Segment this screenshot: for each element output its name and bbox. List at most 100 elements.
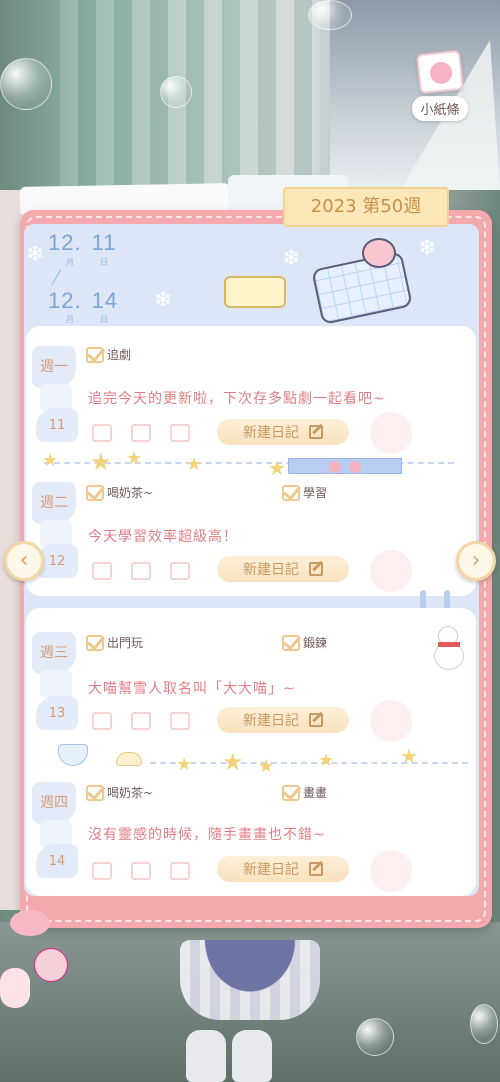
bubble-decoration (308, 0, 352, 30)
day-number: 14 (36, 844, 78, 878)
empty-sticker-slot[interactable] (92, 862, 112, 880)
checkbox-checked-icon (86, 634, 104, 651)
habit-check-item[interactable]: 畫畫 (282, 784, 327, 801)
star-icon: ★ (268, 456, 286, 480)
empty-sticker-slot[interactable] (92, 562, 112, 580)
hanging-ornament-decoration (0, 890, 70, 1020)
new-diary-button-label: 新建日記 (243, 425, 299, 441)
empty-sticker-slot[interactable] (131, 562, 151, 580)
habit-label: 喝奶茶~ (107, 486, 154, 500)
star-icon: ★ (42, 450, 59, 471)
habit-label: 學習 (303, 486, 328, 500)
habit-label: 追劇 (107, 348, 132, 362)
checkbox-checked-icon (282, 784, 300, 801)
edit-icon (309, 562, 323, 576)
snowflake-icon: ❄ (282, 246, 301, 271)
habit-check-item[interactable]: 學習 (282, 484, 327, 501)
checkbox-checked-icon (86, 484, 104, 501)
mood-stamp-slot[interactable] (370, 700, 412, 742)
mood-stamp-slot[interactable] (370, 412, 412, 454)
weekday-label: 週三 (32, 632, 76, 674)
habit-check-item[interactable]: 喝奶茶~ (86, 784, 153, 801)
mood-stamp-slot[interactable] (370, 850, 412, 892)
weekday-label: 週四 (32, 782, 76, 824)
empty-sticker-slot[interactable] (170, 562, 190, 580)
star-icon: ★ (258, 756, 275, 777)
background-curtain (60, 0, 320, 200)
star-icon: ★ (126, 448, 143, 469)
new-diary-button-label: 新建日記 (243, 862, 299, 878)
bubble-decoration (470, 1004, 498, 1044)
new-diary-button[interactable]: 新建日記 (217, 419, 349, 445)
date-start-day: 11 (91, 230, 117, 255)
character-skirt (180, 940, 320, 1020)
snowflake-icon: ❄ (26, 242, 45, 267)
habit-check-item[interactable]: 喝奶茶~ (86, 484, 153, 501)
day-number: 13 (36, 696, 78, 730)
week-tab: 2023 第50週 (283, 187, 449, 227)
new-diary-button-label: 新建日記 (243, 562, 299, 578)
habit-label: 出門玩 (107, 636, 144, 650)
date-end-month-unit: 月 (66, 315, 74, 324)
next-week-button[interactable]: › (456, 541, 496, 581)
date-start-month: 12. (48, 230, 82, 255)
empty-sticker-slot[interactable] (170, 424, 190, 442)
star-divider-line (150, 762, 468, 764)
habit-check-item[interactable]: 鍛鍊 (282, 634, 327, 651)
checkbox-checked-icon (86, 346, 104, 363)
washi-tape-sticker (288, 458, 402, 474)
date-end-month: 12. (48, 288, 82, 313)
empty-sticker-slot[interactable] (131, 862, 151, 880)
edit-icon (309, 862, 323, 876)
star-icon: ★ (222, 748, 244, 776)
date-start-month-unit: 月 (66, 258, 74, 267)
empty-sticker-slot[interactable] (92, 712, 112, 730)
habit-label: 畫畫 (303, 786, 328, 800)
empty-sticker-slot[interactable] (170, 862, 190, 880)
date-end: 12. 14 (48, 288, 118, 314)
habit-label: 鍛鍊 (303, 636, 328, 650)
day-number: 11 (36, 408, 78, 442)
habit-check-item[interactable]: 出門玩 (86, 634, 143, 651)
date-end-day-unit: 日 (100, 315, 108, 324)
new-diary-button[interactable]: 新建日記 (217, 556, 349, 582)
empty-sticker-slot[interactable] (131, 424, 151, 442)
sleeping-girl-sticker (311, 232, 413, 325)
checkbox-checked-icon (282, 634, 300, 651)
bubble-decoration (0, 58, 52, 110)
star-icon: ★ (90, 448, 112, 476)
checkbox-checked-icon (86, 784, 104, 801)
note-widget[interactable]: 小紙條 (404, 49, 476, 124)
star-icon: ★ (400, 744, 418, 768)
diary-entry-text: 今天學習效率超級高！ (88, 529, 238, 545)
mood-stamp-slot[interactable] (370, 550, 412, 592)
bubble-decoration (356, 1018, 394, 1056)
weekday-label: 週一 (32, 346, 76, 388)
habit-label: 喝奶茶~ (107, 786, 154, 800)
new-diary-button-label: 新建日記 (243, 713, 299, 729)
edit-icon (309, 425, 323, 439)
edit-icon (309, 713, 323, 727)
snowflake-icon: ❄ (418, 236, 437, 261)
empty-sticker-slot[interactable] (170, 712, 190, 730)
dumpling-sticker (116, 752, 142, 766)
snowman-sticker (424, 622, 474, 672)
weekday-label: 週二 (32, 482, 76, 524)
note-paper-icon (416, 49, 464, 95)
star-icon: ★ (186, 454, 203, 475)
note-widget-label: 小紙條 (412, 96, 468, 121)
star-icon: ★ (176, 754, 193, 775)
bubble-decoration (160, 76, 192, 108)
empty-sticker-slot[interactable] (131, 712, 151, 730)
new-diary-button[interactable]: 新建日記 (217, 856, 349, 882)
empty-sticker-slot[interactable] (92, 424, 112, 442)
date-start-day-unit: 日 (100, 258, 108, 267)
habit-check-item[interactable]: 追劇 (86, 346, 131, 363)
weekday-tab-tail (40, 670, 72, 698)
date-start: 12. 11 (48, 230, 116, 256)
diary-entry-text: 沒有靈感的時候，隨手畫畫也不錯~ (88, 827, 326, 843)
diary-entry-text: 大喵幫雪人取名叫「大大喵」~ (88, 681, 296, 697)
prev-week-button[interactable]: ‹ (4, 541, 44, 581)
new-diary-button[interactable]: 新建日記 (217, 707, 349, 733)
character-boot-right (232, 1030, 272, 1082)
